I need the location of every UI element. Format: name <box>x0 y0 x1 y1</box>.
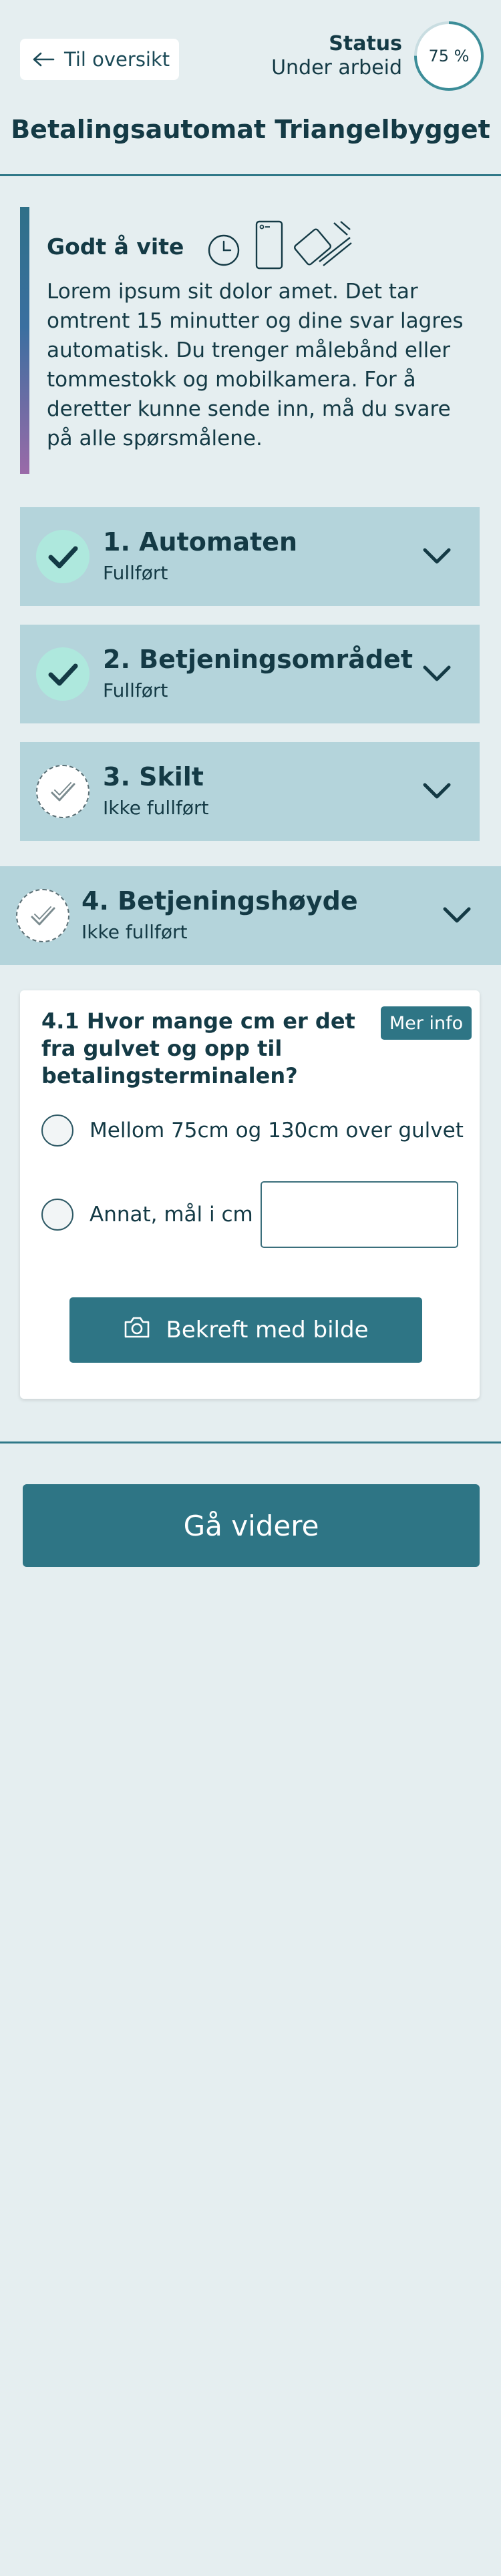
arrow-left-icon <box>32 51 55 67</box>
status-value: Under arbeid <box>271 56 402 79</box>
section-betjeningshoyde[interactable]: 4. Betjeningshøyde Ikke fullført <box>0 866 501 965</box>
chevron-down-icon <box>422 546 452 569</box>
section-skilt[interactable]: 3. Skilt Ikke fullført <box>20 742 480 841</box>
section-done-badge <box>36 530 90 583</box>
progress-ring: 75 % <box>413 20 485 92</box>
confirm-with-photo-button[interactable]: Bekreft med bilde <box>69 1297 422 1363</box>
continue-button[interactable]: Gå videre <box>23 1484 480 1567</box>
good-to-know-box: Godt å vite Lorem ipsum sit dolor amet. … <box>20 207 481 474</box>
camera-icon <box>124 1316 150 1345</box>
page-title: Betalingsautomat Triangelbygget <box>11 115 490 144</box>
section-automaten[interactable]: 1. Automaten Fullført <box>20 507 480 606</box>
section-done-badge <box>36 647 90 701</box>
more-info-button[interactable]: Mer info <box>381 1006 472 1040</box>
back-to-overview-button[interactable]: Til oversikt <box>20 39 179 80</box>
question-text: 4.1 Hvor mange cm er det fra gulvet og o… <box>41 1008 355 1088</box>
radio-circle[interactable] <box>41 1199 73 1231</box>
info-accent-bar <box>20 207 29 474</box>
info-text: Lorem ipsum sit dolor amet. Det tar omtr… <box>47 280 464 450</box>
clock-icon <box>207 234 240 270</box>
progress-percent: 75 % <box>428 47 470 65</box>
status-label: Status <box>329 32 402 55</box>
tape-measure-icon <box>294 220 353 274</box>
header-divider <box>0 174 501 176</box>
status-block: Status Under arbeid <box>271 32 402 80</box>
section-title: 3. Skilt <box>103 762 204 791</box>
chevron-down-icon <box>422 781 452 803</box>
top-bar: Til oversikt Status Under arbeid 75 % <box>0 0 501 113</box>
section-status: Ikke fullført <box>81 921 188 943</box>
section-status: Ikke fullført <box>103 797 209 819</box>
section-title: 4. Betjeningshøyde <box>81 886 358 916</box>
back-button-label: Til oversikt <box>64 48 170 71</box>
chevron-down-icon <box>422 663 452 686</box>
section-status: Fullført <box>103 679 168 701</box>
section-betjeningsomradet[interactable]: 2. Betjeningsområdet Fullført <box>20 625 480 723</box>
radio-option-75-130[interactable]: Mellom 75cm og 130cm over gulvet <box>41 1114 464 1147</box>
question-card: 4.1 Hvor mange cm er det fra gulvet og o… <box>20 990 480 1399</box>
section-todo-badge <box>36 765 90 818</box>
footer-divider <box>0 1441 501 1443</box>
measure-cm-input[interactable] <box>261 1181 458 1248</box>
radio-label: Mellom 75cm og 130cm over gulvet <box>90 1118 464 1143</box>
radio-option-other[interactable]: Annat, mål i cm <box>41 1199 253 1231</box>
info-icons <box>187 214 354 274</box>
phone-icon <box>255 220 283 272</box>
chevron-down-icon <box>442 905 472 928</box>
radio-label: Annat, mål i cm <box>90 1203 253 1227</box>
section-title: 2. Betjeningsområdet <box>103 645 413 674</box>
photo-button-label: Bekreft med bilde <box>166 1317 369 1343</box>
radio-circle[interactable] <box>41 1114 73 1147</box>
section-title: 1. Automaten <box>103 527 298 557</box>
section-todo-badge <box>16 889 69 942</box>
info-heading: Godt å vite <box>47 234 184 260</box>
section-status: Fullført <box>103 562 168 584</box>
